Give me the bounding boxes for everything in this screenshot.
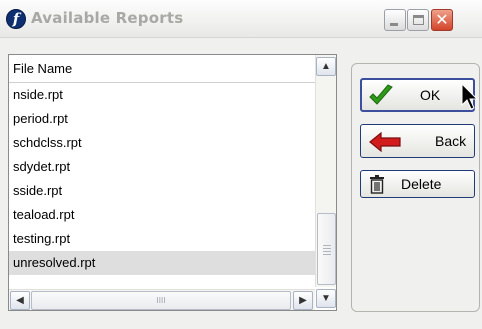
minimize-icon: [390, 23, 398, 26]
checkmark-icon: [369, 84, 393, 105]
list-item[interactable]: nside.rpt: [9, 83, 315, 107]
app-icon: f: [6, 9, 26, 29]
back-button-label: Back: [435, 133, 467, 149]
list-item[interactable]: sdydet.rpt: [9, 155, 315, 179]
column-header-file-name[interactable]: File Name: [9, 55, 315, 83]
list-item[interactable]: teaload.rpt: [9, 203, 315, 227]
scroll-down-button[interactable]: ▼: [316, 289, 336, 308]
window-title: Available Reports: [31, 9, 184, 27]
scroll-up-button[interactable]: ▲: [316, 57, 336, 76]
available-reports-window: f Available Reports ✕ File Name nside.rp…: [0, 0, 482, 329]
grip-line: [323, 251, 331, 252]
file-list[interactable]: File Name nside.rpt period.rpt schdclss.rp…: [8, 54, 337, 311]
back-button[interactable]: Back: [360, 124, 475, 158]
close-icon: ✕: [435, 10, 449, 29]
list-item[interactable]: unresolved.rpt: [9, 251, 315, 275]
chevron-down-icon: ▼: [321, 293, 331, 304]
file-list-rows: nside.rpt period.rpt schdclss.rpt sdydet.rp…: [9, 83, 315, 275]
grip-line: [323, 248, 331, 249]
chevron-right-icon: ▶: [299, 295, 307, 306]
title-bar[interactable]: f Available Reports ✕: [0, 0, 482, 38]
ok-button-label: OK: [420, 87, 441, 103]
back-arrow-icon: [369, 132, 401, 152]
scroll-right-button[interactable]: ▶: [293, 291, 313, 310]
vertical-scroll-thumb[interactable]: [317, 213, 336, 285]
close-button[interactable]: ✕: [431, 9, 453, 31]
delete-button-label: Delete: [401, 176, 442, 192]
list-item[interactable]: sside.rpt: [9, 179, 315, 203]
grip-line: [323, 254, 331, 255]
chevron-left-icon: ◀: [16, 295, 24, 306]
mouse-pointer-icon: [461, 83, 479, 110]
maximize-button[interactable]: [407, 9, 429, 31]
delete-button[interactable]: Delete: [360, 170, 475, 198]
vertical-scrollbar[interactable]: ▲ ▼: [315, 55, 336, 308]
list-item[interactable]: testing.rpt: [9, 227, 315, 251]
chevron-up-icon: ▲: [321, 61, 331, 72]
maximize-icon: [413, 15, 424, 25]
trash-icon: [370, 175, 384, 194]
minimize-button[interactable]: [384, 9, 406, 31]
horizontal-scroll-thumb[interactable]: IIII: [31, 291, 291, 310]
horizontal-scrollbar[interactable]: ◀ IIII ▶: [9, 289, 315, 310]
scroll-left-button[interactable]: ◀: [10, 291, 30, 310]
grip-icon: IIII: [156, 296, 166, 305]
grip-line: [323, 245, 331, 246]
list-item[interactable]: schdclss.rpt: [9, 131, 315, 155]
list-item[interactable]: period.rpt: [9, 107, 315, 131]
ok-button[interactable]: OK: [360, 78, 475, 112]
